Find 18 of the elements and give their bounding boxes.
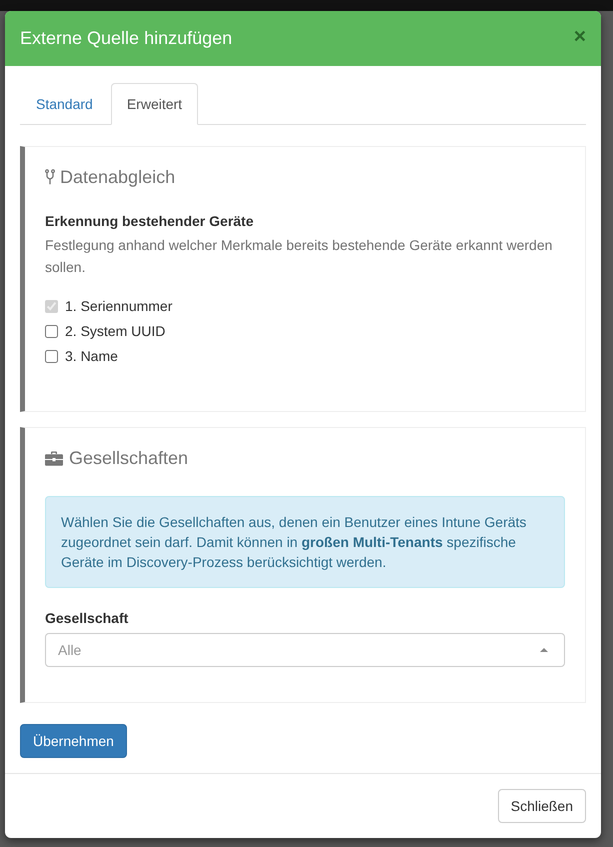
dialog-title: Externe Quelle hinzufügen	[20, 27, 232, 50]
apply-button[interactable]: Übernehmen	[20, 724, 127, 758]
option-label[interactable]: 2. System UUID	[65, 321, 166, 341]
field-label: Gesellschaft	[45, 609, 128, 628]
tab[interactable]: Standard	[20, 83, 109, 125]
checkbox[interactable]	[45, 324, 58, 338]
tab[interactable]: Erweitert	[110, 83, 198, 125]
info-alert: Wählen Sie die Gesellchaften aus, denen ein Benutzer eines Intune Geräts zugeordnet sein darf. Damit können in großen Multi-Tenants spezifische Geräte im Discovery-Prozess berücksichtigt werden.	[45, 496, 565, 588]
fork-icon	[45, 169, 55, 185]
close-dialog-button[interactable]: Schließen	[498, 789, 586, 823]
option-label[interactable]: 3. Name	[65, 346, 118, 366]
briefcase-icon	[45, 450, 63, 466]
section-title: Gesellschaften	[69, 447, 188, 469]
caret-icon	[540, 648, 548, 652]
section-title: Datenabgleich	[60, 166, 176, 188]
checkbox[interactable]	[45, 350, 58, 362]
field-label: Erkennung bestehender Geräte	[45, 212, 254, 231]
help-text: Festlegung anhand welcher Merkmale bereits bestehende Geräte erkannt werden sollen.	[45, 236, 554, 277]
